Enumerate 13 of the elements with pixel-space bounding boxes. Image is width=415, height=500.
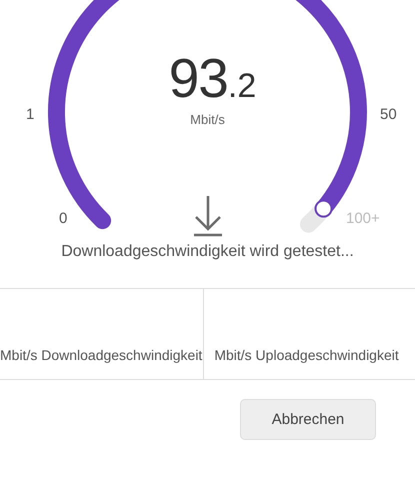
- scale-label: 0: [59, 210, 68, 227]
- result-label: Mbit/s Uploadgeschwindigkeit: [214, 347, 399, 363]
- cancel-button[interactable]: Abbrechen: [240, 399, 376, 440]
- scale-label: 100+: [346, 210, 380, 227]
- speed-unit: Mbit/s: [190, 112, 225, 127]
- speed-decimal: .2: [228, 67, 256, 105]
- scale-label: 50: [380, 106, 397, 123]
- status-text: Downloadgeschwindigkeit wird getestet...: [60, 242, 355, 262]
- speed-value: 93: [168, 47, 228, 109]
- gauge-knob: [314, 200, 333, 218]
- scale-label: 1: [26, 106, 34, 123]
- result-label: Mbit/s Downloadgeschwindigkeit: [0, 347, 202, 363]
- download-icon: [194, 194, 222, 236]
